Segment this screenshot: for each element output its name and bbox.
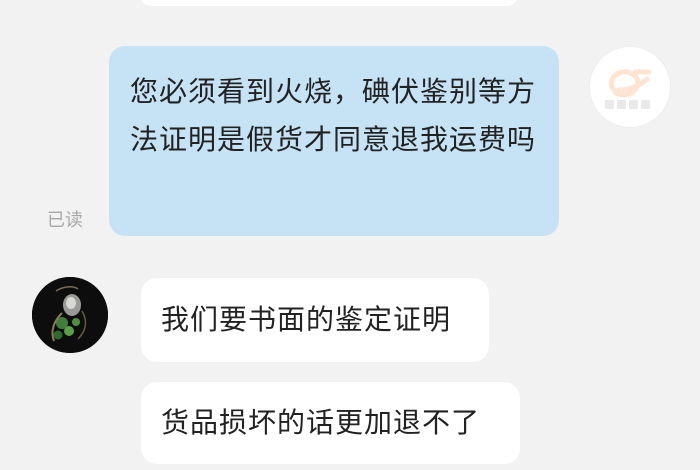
received-message-text: 我们要书面的鉴定证明 <box>161 303 452 336</box>
sent-message-text: 您必须看到火烧，碘伏鉴别等方法证明是假货才同意退我运费吗 <box>130 75 537 156</box>
contact-avatar[interactable] <box>32 277 108 353</box>
jade-pendant-photo-icon <box>32 277 108 353</box>
my-avatar[interactable] <box>589 46 671 128</box>
received-message-bubble: 我们要书面的鉴定证明 <box>141 278 489 362</box>
received-message-bubble: 货品损坏的话更加退不了 <box>141 382 520 464</box>
read-status-label: 已读 <box>47 210 83 231</box>
alibaba-logo-icon <box>590 47 670 127</box>
received-message-text: 货品损坏的话更加退不了 <box>161 406 481 439</box>
sent-message-bubble: 您必须看到火烧，碘伏鉴别等方法证明是假货才同意退我运费吗 <box>109 46 559 236</box>
previous-message-bubble <box>140 0 518 6</box>
